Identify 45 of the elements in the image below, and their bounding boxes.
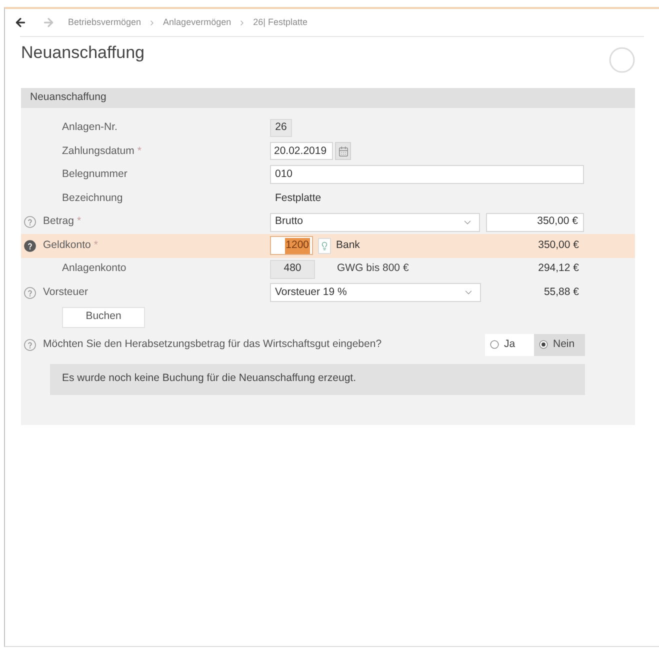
ring-icon (609, 47, 635, 73)
account-name: Bank (336, 238, 360, 253)
radio-icon[interactable] (539, 340, 548, 350)
required-marker: * (137, 144, 142, 159)
panel-header: Neuanschaffung (21, 88, 635, 108)
lightbulb-icon (320, 240, 329, 251)
message-box: Es wurde noch keine Buchung für die Neuanschaffung erzeugt. (50, 364, 585, 395)
field-label: Betrag (43, 214, 74, 230)
breadcrumb-link[interactable]: 26| Festplatte (253, 16, 308, 30)
date-field[interactable]: 20.02.2019 (270, 142, 333, 160)
dropdown[interactable]: Brutto (270, 212, 480, 232)
required-marker: * (76, 214, 82, 230)
field-label: Anlagen-Nr. (62, 120, 118, 135)
field-label: Anlagenkonto (62, 261, 126, 276)
help-icon[interactable] (24, 240, 36, 252)
dropdown[interactable]: Vorsteuer 19 % (270, 283, 481, 302)
lightbulb-button[interactable] (318, 238, 331, 254)
readonly-field: 480 (270, 260, 315, 279)
radio-icon[interactable] (490, 340, 499, 350)
calendar-icon (338, 146, 348, 157)
amount-value: 55,88 € (544, 285, 580, 300)
field-label: Geldkonto (43, 238, 91, 253)
page-title: Neuanschaffung (21, 42, 145, 64)
breadcrumb-link[interactable]: Betriebsvermögen (68, 16, 142, 30)
field-value: Festplatte (275, 190, 322, 206)
calendar-button[interactable] (335, 142, 351, 160)
amount-field[interactable]: 350,00 € (486, 212, 584, 232)
field-note: GWG bis 800 € (337, 261, 409, 276)
field-label: Belegnummer (62, 167, 128, 182)
book-button[interactable]: Buchen (62, 306, 145, 328)
required-marker: * (94, 238, 98, 253)
readonly-field: 26 (270, 118, 292, 137)
field-label: Bezeichnung (62, 190, 123, 206)
amount-value: 350,00 € (538, 238, 580, 253)
text-field[interactable]: 010 (270, 165, 584, 184)
forward-arrow-icon[interactable] (42, 16, 55, 29)
question-text: Möchten Sie den Herabsetzungsbetrag für das Wirtschaftsgut eingeben? (43, 336, 382, 352)
field-label: Vorsteuer (43, 285, 88, 300)
amount-value: 294,12 € (538, 261, 580, 276)
radio-option[interactable]: Nein (534, 334, 585, 356)
radio-option[interactable]: Ja (485, 334, 534, 356)
account-field[interactable]: 1200 (270, 236, 313, 256)
field-label: Zahlungsdatum (62, 144, 134, 159)
back-arrow-icon[interactable] (14, 16, 27, 29)
input-value: 1200 (284, 238, 310, 254)
